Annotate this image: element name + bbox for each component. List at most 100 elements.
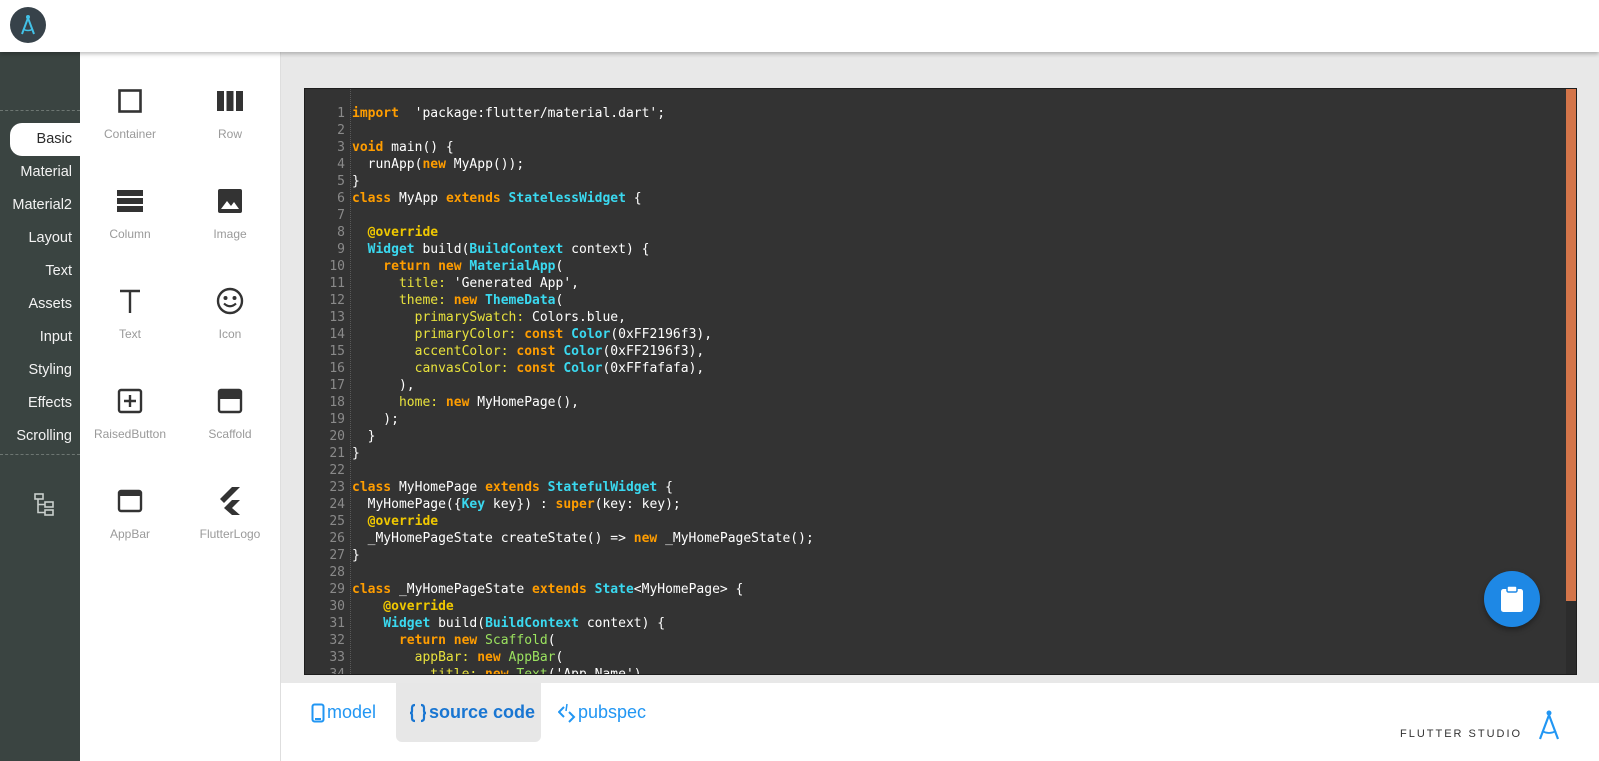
code-token: void [352,140,384,155]
code-line: 14 primaryColor: const Color(0xFF2196f3)… [305,326,1545,343]
code-token: title: [352,667,478,675]
widget-tile-scaffold[interactable]: Scaffold [180,376,280,476]
code-text: class MyHomePage extends StatefulWidget … [345,479,673,496]
code-token: { [657,480,673,495]
code-token: ( [555,259,564,274]
source-code-editor[interactable]: 1 import 'package:flutter/material.dart';… [304,88,1577,675]
code-token: } [352,174,360,189]
app-logo-button[interactable] [10,7,46,43]
compass-icon [21,15,35,35]
nav-divider [0,110,80,111]
nav-item-material[interactable]: Material [0,156,80,189]
widget-tile-icon[interactable]: Icon [180,276,280,376]
code-line: 2 [305,122,1545,139]
code-line: 22 [305,462,1545,479]
nav-item-material2[interactable]: Material2 [0,189,80,222]
code-text: primarySwatch: Colors.blue, [345,309,626,326]
line-number: 17 [329,378,345,393]
line-number: 14 [329,327,345,342]
widget-tile-column[interactable]: Column [80,176,180,276]
widget-tile-flutterlogo[interactable]: FlutterLogo [180,476,280,576]
code-token: ( [555,293,564,308]
code-token: Color [563,327,611,342]
widget-tile-text[interactable]: Text [80,276,180,376]
code-token: const [508,344,556,359]
widget-tile-row[interactable]: Row [180,76,280,176]
nav-item-effects[interactable]: Effects [0,387,80,420]
code-token: } [352,429,376,444]
code-line: 19 ); [305,411,1545,428]
line-number: 1 [337,106,345,121]
line-number: 7 [337,208,345,223]
code-line: 1 import 'package:flutter/material.dart'; [305,105,1545,122]
code-line: 21} [305,445,1545,462]
code-token: AppBar [500,650,556,665]
widget-tile-container[interactable]: Container [80,76,180,176]
code-line: 4 runApp(new MyApp()); [305,156,1545,173]
code-token: MyHomePage [391,480,486,495]
code-token: MyApp()); [445,157,525,172]
widget-tile-raisedbutton[interactable]: RaisedButton [80,376,180,476]
widget-label: Container [103,127,157,141]
code-token: (key: key); [594,497,681,512]
nav-item-text[interactable]: Text [0,255,80,288]
code-token: StatefulWidget [539,480,658,495]
code-token: super [555,497,595,512]
code-text: primaryColor: const Color(0xFF2196f3), [345,326,712,343]
widget-tree-icon[interactable] [33,492,55,516]
code-line: 34 title: new Text('App Name') [305,666,1545,675]
widget-tile-appbar[interactable]: AppBar [80,476,180,576]
widget-tile-image[interactable]: Image [180,176,280,276]
nav-item-layout[interactable]: Layout [0,222,80,255]
braces-icon [409,703,427,723]
code-token: main() { [383,140,454,155]
nav-item-basic[interactable]: Basic [10,123,80,156]
code-text: import 'package:flutter/material.dart'; [345,105,665,122]
code-token: } [352,548,360,563]
code-text: canvasColor: const Color(0xFFfafafa), [345,360,705,377]
line-number: 30 [329,599,345,614]
tab-pubspec[interactable]: pubspec [558,683,678,742]
code-line: 20 } [305,428,1545,445]
code-line: 13 primarySwatch: Colors.blue, [305,309,1545,326]
smiley-face-icon [215,286,245,316]
tab-label: pubspec [578,702,647,722]
line-number: 28 [329,565,345,580]
code-text: class MyApp extends StatelessWidget { [345,190,642,207]
code-token: new [469,650,501,665]
code-token: MyApp [391,191,446,206]
nav-item-scrolling[interactable]: Scrolling [0,420,80,453]
nav-item-input[interactable]: Input [0,321,80,354]
line-number: 21 [329,446,345,461]
editor-scroll-thumb[interactable] [1566,89,1576,601]
tab-source-code[interactable]: source code [396,683,541,742]
widget-label: Scaffold [208,427,252,441]
copy-code-fab[interactable] [1484,571,1540,627]
code-line: 12 theme: new ThemeData( [305,292,1545,309]
code-token: Text [508,667,548,675]
code-token: Key [461,497,486,512]
nav-item-styling[interactable]: Styling [0,354,80,387]
view-stream-icon [115,186,145,216]
code-token: build( [414,242,470,257]
code-text: home: new MyHomePage(), [345,394,579,411]
line-number: 32 [329,633,345,648]
code-token: @override [352,225,439,240]
line-number: 4 [337,157,345,172]
code-token: accentColor: [352,344,509,359]
code-line: 8 @override [305,224,1545,241]
code-line: 31 Widget build(BuildContext context) { [305,615,1545,632]
code-token: Widget [352,616,431,631]
code-text: accentColor: const Color(0xFF2196f3), [345,343,705,360]
code-token: @override [352,514,439,529]
line-number: 24 [329,497,345,512]
code-token: extends [532,582,587,597]
code-line: 3 void main() { [305,139,1545,156]
code-line: 6 class MyApp extends StatelessWidget { [305,190,1545,207]
line-number: 5 [337,174,345,189]
bottom-tab-bar: model source code pubspec FLUTTER STUDIO [281,683,1599,761]
flutter-studio-app: Basic Material Material2 Layout Text Ass… [0,0,1599,761]
nav-item-assets[interactable]: Assets [0,288,80,321]
code-token: new [477,667,509,675]
editor-scrollbar[interactable] [1566,89,1576,674]
